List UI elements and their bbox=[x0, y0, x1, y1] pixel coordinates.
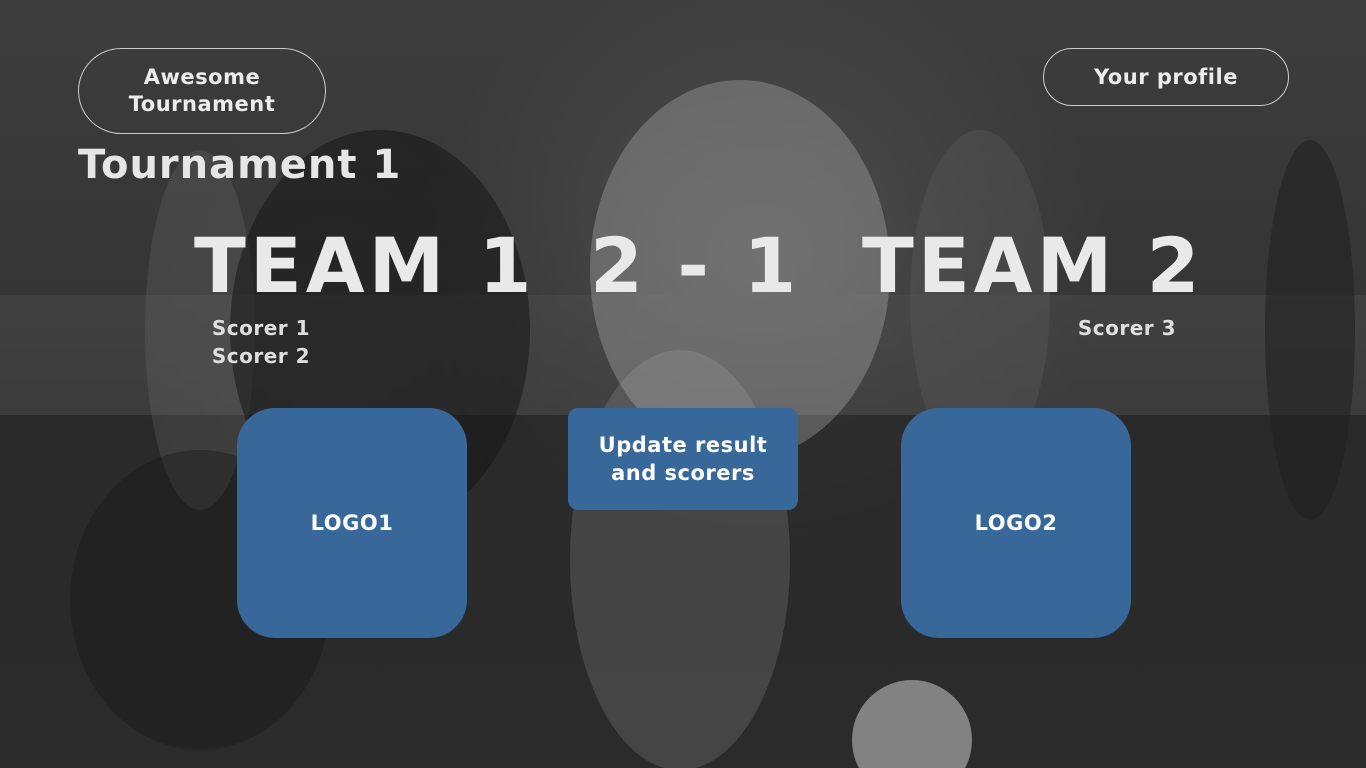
away-scorers-list: Scorer 3 bbox=[1000, 314, 1176, 342]
home-team-logo: LOGO1 bbox=[237, 408, 467, 638]
profile-label: Your profile bbox=[1094, 65, 1238, 89]
away-team-name: TEAM 2 bbox=[862, 221, 1204, 310]
match-screen: Awesome Tournament Your profile Tourname… bbox=[0, 0, 1366, 768]
update-result-button[interactable]: Update result and scorers bbox=[568, 408, 798, 510]
tournament-title: Tournament 1 bbox=[78, 142, 402, 188]
away-logo-label: LOGO2 bbox=[974, 511, 1058, 535]
home-scorers-list: Scorer 1 Scorer 2 bbox=[188, 314, 310, 370]
match-score: 2 - 1 bbox=[590, 221, 801, 310]
home-logo-label: LOGO1 bbox=[310, 511, 394, 535]
away-team-logo: LOGO2 bbox=[901, 408, 1131, 638]
away-scorer: Scorer 3 bbox=[1077, 316, 1176, 340]
home-team-name: TEAM 1 bbox=[194, 221, 536, 310]
brand-label: Awesome Tournament bbox=[128, 65, 276, 116]
brand-button[interactable]: Awesome Tournament bbox=[78, 48, 326, 134]
home-scorer: Scorer 2 bbox=[211, 344, 310, 368]
profile-button[interactable]: Your profile bbox=[1043, 48, 1289, 106]
home-scorer: Scorer 1 bbox=[211, 316, 310, 340]
update-result-label: Update result and scorers bbox=[598, 433, 768, 485]
